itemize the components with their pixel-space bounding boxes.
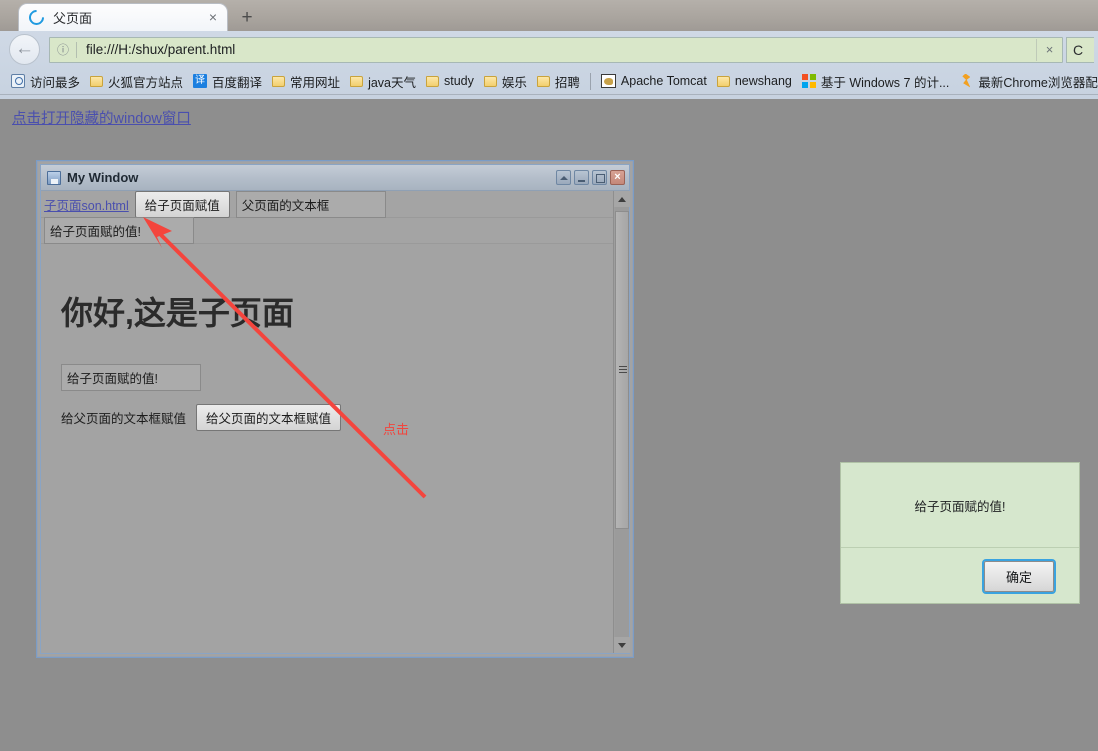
child-page-iframe: 你好,这是子页面 给子页面赋的值! 给父页面的文本框赋值 给父页面的文本框赋值 (41, 244, 613, 653)
new-tab-button[interactable]: + (232, 6, 262, 30)
folder-icon (716, 75, 730, 87)
clear-icon[interactable]: × (1036, 38, 1062, 61)
window-controls: × (556, 170, 625, 185)
child-page-heading: 你好,这是子页面 (61, 295, 294, 331)
scrollbar-thumb[interactable] (614, 211, 629, 529)
tomcat-icon (600, 74, 616, 88)
bookmark-label: Apache Tomcat (620, 74, 707, 88)
open-hidden-window-link[interactable]: 点击打开隐藏的window窗口 (12, 107, 191, 128)
my-window-body: 子页面son.html 给子页面赋值 父页面的文本框 给子页面赋的值! 你好,这… (41, 190, 630, 653)
scrollbar-track[interactable] (614, 207, 629, 637)
bookmarks-bar: 访问最多 火狐官方站点 译 百度翻译 常用网址 java天气 study 娱乐 (0, 68, 1098, 95)
alert-message: 给子页面赋的值! (914, 499, 1006, 514)
maximize-icon[interactable] (592, 170, 607, 185)
bookmark-java-weather[interactable]: java天气 (345, 70, 421, 92)
my-window-inner: My Window × 子页面son.html 给子页面赋值 父页面的文本框 给… (40, 164, 630, 654)
minimize-icon[interactable] (574, 170, 589, 185)
close-icon[interactable]: × (205, 9, 221, 26)
browser-tab[interactable]: 父页面 × (18, 3, 228, 31)
browser-chrome: 父页面 × + ← ⓘ file:///H:/shux/parent.html … (0, 0, 1098, 99)
scroll-down-arrow-icon[interactable] (613, 637, 630, 653)
bookmark-label: 访问最多 (30, 75, 81, 90)
annotation-label: 点击 (383, 422, 410, 437)
bookmark-label: study (444, 74, 474, 88)
save-disk-icon (47, 170, 61, 185)
scrollbar-grip-icon (618, 366, 627, 374)
bookmark-entertainment[interactable]: 娱乐 (479, 70, 532, 92)
translate-icon: 译 (193, 74, 208, 88)
assigned-value-input[interactable]: 给子页面赋的值! (44, 217, 194, 244)
bookmark-apache-tomcat[interactable]: Apache Tomcat (596, 70, 712, 92)
bookmark-label: 百度翻译 (212, 75, 263, 90)
window-toolbar: 子页面son.html 给子页面赋值 父页面的文本框 (41, 190, 613, 218)
folder-icon (536, 75, 550, 87)
my-window-content: 子页面son.html 给子页面赋值 父页面的文本框 给子页面赋的值! 你好,这… (41, 190, 613, 653)
my-window-dialog: My Window × 子页面son.html 给子页面赋值 父页面的文本框 给… (36, 160, 634, 658)
bookmark-label: java天气 (368, 75, 416, 90)
bookmark-baidu-translate[interactable]: 译 百度翻译 (188, 70, 267, 92)
my-window-titlebar[interactable]: My Window × (41, 165, 629, 191)
search-button[interactable]: C (1066, 36, 1094, 63)
alert-ok-button[interactable]: 确定 (983, 560, 1054, 592)
info-icon[interactable]: ⓘ (50, 41, 76, 58)
window-vertical-scrollbar[interactable] (613, 191, 630, 653)
chrome-config-icon (959, 74, 973, 89)
bookmark-label: 常用网址 (290, 75, 341, 90)
collapse-icon[interactable] (556, 170, 571, 185)
child-page-input[interactable]: 给子页面赋的值! (61, 364, 201, 391)
url-input[interactable]: file:///H:/shux/parent.html (77, 42, 1036, 57)
bookmark-label: 招聘 (554, 75, 580, 90)
loading-spinner-icon (25, 6, 48, 29)
alert-message-area: 给子页面赋的值! (841, 463, 1079, 548)
assign-parent-label: 给父页面的文本框赋值 (61, 412, 187, 426)
page-content-area: 点击打开隐藏的window窗口 My Window × 子页面son.html … (0, 99, 1098, 751)
child-page-assign-row: 给父页面的文本框赋值 给父页面的文本框赋值 (61, 404, 613, 431)
folder-icon (483, 75, 497, 87)
bookmark-common-sites[interactable]: 常用网址 (267, 70, 345, 92)
bookmark-firefox-site[interactable]: 火狐官方站点 (85, 70, 188, 92)
folder-icon (426, 75, 439, 87)
assign-child-button[interactable]: 给子页面赋值 (134, 190, 230, 218)
bookmark-newshang[interactable]: newshang (712, 70, 797, 92)
folder-icon (272, 75, 286, 87)
navigation-bar: ← ⓘ file:///H:/shux/parent.html × C (0, 31, 1098, 68)
window-second-row: 给子页面赋的值! (41, 217, 613, 244)
most-visited-icon (11, 74, 25, 88)
bookmark-label: 火狐官方站点 (108, 75, 184, 90)
tab-strip: 父页面 × + (0, 0, 1098, 31)
bookmark-label: 娱乐 (501, 75, 527, 90)
alert-dialog: 给子页面赋的值! 确定 (840, 462, 1080, 604)
back-arrow-icon[interactable]: ← (9, 34, 40, 65)
windows-icon (801, 74, 816, 88)
url-bar[interactable]: ⓘ file:///H:/shux/parent.html × (49, 36, 1063, 63)
folder-icon (350, 75, 364, 87)
parent-textbox-input[interactable]: 父页面的文本框 (235, 190, 386, 218)
bookmark-recruitment[interactable]: 招聘 (532, 70, 585, 92)
bookmark-label: 基于 Windows 7 的计... (820, 75, 950, 90)
bookmark-windows7[interactable]: 基于 Windows 7 的计... (797, 70, 955, 92)
scroll-up-arrow-icon[interactable] (613, 191, 630, 207)
tab-title: 父页面 (53, 11, 93, 26)
bookmark-label: newshang (734, 74, 792, 88)
bookmark-label: 最新Chrome浏览器配... (978, 75, 1098, 90)
close-icon[interactable]: × (610, 170, 625, 185)
bookmark-chrome-config[interactable]: 最新Chrome浏览器配... (954, 70, 1098, 92)
bookmark-separator (589, 72, 591, 90)
bookmark-study[interactable]: study (421, 70, 479, 92)
assign-parent-button[interactable]: 给父页面的文本框赋值 (196, 404, 342, 431)
alert-button-area: 确定 (841, 548, 1079, 604)
bookmark-most-visited[interactable]: 访问最多 (6, 70, 85, 92)
child-page-link[interactable]: 子页面son.html (44, 195, 129, 214)
folder-icon (90, 75, 104, 87)
my-window-title: My Window (67, 170, 139, 185)
